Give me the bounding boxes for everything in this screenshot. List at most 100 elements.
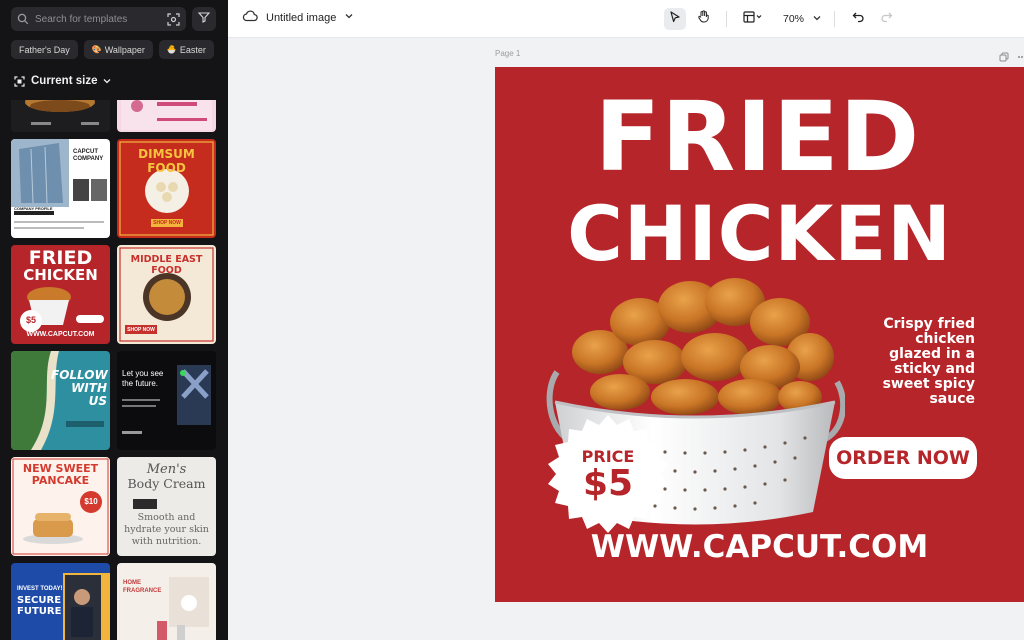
chip-fathers-day[interactable]: Father's Day bbox=[11, 40, 78, 59]
chip-easter[interactable]: 🐣 Easter bbox=[158, 40, 214, 59]
template-card-see-the-future[interactable]: Let you see the future. bbox=[117, 351, 216, 450]
chip-label: Father's Day bbox=[19, 44, 70, 55]
select-tool[interactable] bbox=[664, 8, 686, 30]
template-grid: CAPCUT COMPANY COMPANY PROFILE DIMSUM FO… bbox=[11, 100, 217, 640]
template-price: $5 bbox=[25, 315, 36, 325]
template-title: INVEST TODAY! bbox=[17, 586, 63, 592]
zoom-control[interactable]: 70% bbox=[783, 13, 822, 26]
template-title: MIDDLE EAST FOOD bbox=[130, 254, 203, 276]
template-title-line: FUTURE bbox=[17, 606, 62, 617]
filter-icon bbox=[197, 10, 211, 28]
description-line: chicken bbox=[915, 331, 975, 347]
chevron-down-icon bbox=[103, 77, 111, 85]
price-value: $5 bbox=[582, 463, 634, 504]
page-actions bbox=[999, 49, 1024, 67]
chip-label: Easter bbox=[179, 44, 206, 55]
current-size-dropdown[interactable]: Current size bbox=[14, 75, 111, 87]
description-line: sticky and bbox=[894, 361, 975, 377]
palette-icon: 🎨 bbox=[91, 45, 102, 54]
template-url: WWW.CAPCUT.COM bbox=[26, 331, 95, 338]
template-title-line: SECURE bbox=[17, 595, 62, 606]
chip-label: Wallpaper bbox=[104, 44, 145, 55]
poster-url[interactable]: WWW.CAPCUT.COM bbox=[495, 529, 1024, 565]
description-line: Crispy fried bbox=[883, 316, 975, 332]
poster-page[interactable]: FRIED CHICKEN PRICE $5 Crispy fried chic… bbox=[495, 67, 1024, 602]
redo-button[interactable] bbox=[875, 8, 897, 30]
template-card-sweet-pancake[interactable]: NEW SWEET PANCAKE $10 bbox=[11, 457, 110, 556]
more-options-icon[interactable] bbox=[1017, 49, 1024, 67]
template-title: DIMSUM FOOD bbox=[138, 147, 195, 175]
template-title: CAPCUT COMPANY bbox=[73, 149, 104, 162]
layout-menu[interactable] bbox=[739, 8, 767, 30]
template-card-secure-future[interactable]: INVEST TODAY! SECURE FUTURE bbox=[11, 563, 110, 640]
template-title: SECURE FUTURE bbox=[17, 595, 67, 617]
canvas-area[interactable]: Page 1 FRIED CHICKEN PRICE $5 Crispy fri… bbox=[228, 38, 1024, 640]
template-card-home-fragrance[interactable]: HOME FRAGRANCE bbox=[117, 563, 216, 640]
price-badge[interactable]: PRICE $5 bbox=[547, 413, 669, 535]
template-card-fried-chicken[interactable]: FRIED CHICKEN $5 WWW.CAPCUT.COM bbox=[11, 245, 110, 344]
poster-title-fried[interactable]: FRIED bbox=[495, 85, 1022, 189]
template-search[interactable]: Search for templates bbox=[11, 7, 186, 31]
zoom-level[interactable]: 70% bbox=[783, 13, 804, 25]
template-subtitle-line: Smooth and bbox=[137, 512, 196, 523]
divider bbox=[726, 11, 727, 27]
template-subtitle: COMPANY PROFILE bbox=[14, 206, 53, 211]
template-title: HOME FRAGRANCE bbox=[123, 579, 163, 595]
template-thumbnail bbox=[122, 365, 211, 434]
template-card[interactable] bbox=[11, 100, 110, 132]
template-card-body-cream[interactable]: Men's Body Cream Smooth and hydrate your… bbox=[117, 457, 216, 556]
duplicate-page-icon[interactable] bbox=[999, 49, 1009, 67]
template-card-follow-us[interactable]: FOLLOW WITH US bbox=[11, 351, 110, 450]
template-sidebar: Search for templates Father's Day 🎨 Wallp… bbox=[0, 0, 228, 640]
template-title: Men's bbox=[146, 462, 187, 477]
undo-icon bbox=[852, 10, 865, 28]
page-label: Page 1 bbox=[495, 49, 521, 58]
section-title: Current size bbox=[31, 75, 98, 87]
undo-button[interactable] bbox=[847, 8, 869, 30]
template-title-line: PANCAKE bbox=[31, 474, 90, 487]
layout-icon bbox=[743, 10, 763, 28]
cursor-icon bbox=[669, 10, 681, 28]
topbar: Untitled image 70% bbox=[228, 0, 1024, 38]
poster-description[interactable]: Crispy fried chicken glazed in a sticky … bbox=[853, 317, 975, 407]
template-thumbnail bbox=[121, 100, 212, 130]
hand-icon bbox=[697, 10, 710, 28]
description-line: sweet spicy bbox=[882, 376, 975, 392]
template-title-line: the future. bbox=[122, 379, 159, 388]
template-thumbnail bbox=[25, 100, 99, 125]
order-now-button[interactable]: ORDER NOW bbox=[829, 437, 977, 479]
chick-icon: 🐣 bbox=[166, 45, 177, 54]
template-title-line: US bbox=[88, 394, 107, 408]
template-title: Let you see the future. bbox=[122, 369, 182, 389]
divider bbox=[834, 11, 836, 27]
app: Search for templates Father's Day 🎨 Wallp… bbox=[0, 0, 1024, 640]
template-title: NEW SWEET PANCAKE bbox=[11, 463, 110, 487]
cloud-icon bbox=[242, 10, 258, 25]
filter-button[interactable] bbox=[192, 7, 216, 31]
price-text: PRICE $5 bbox=[547, 413, 669, 535]
search-input[interactable]: Search for templates bbox=[29, 14, 167, 25]
template-cta: SHOP NOW bbox=[153, 220, 181, 226]
template-title: CHICKEN bbox=[23, 266, 98, 284]
redo-icon bbox=[880, 10, 893, 28]
template-card-dimsum-food[interactable]: DIMSUM FOOD SHOP NOW bbox=[117, 139, 216, 238]
template-price: $10 bbox=[84, 497, 98, 506]
template-card-middle-east-food[interactable]: MIDDLE EAST FOOD SHOP NOW bbox=[117, 245, 216, 344]
template-title: FOLLOW WITH US bbox=[51, 369, 108, 408]
hand-tool[interactable] bbox=[692, 8, 714, 30]
resize-icon bbox=[14, 75, 25, 87]
chevron-down-icon bbox=[812, 13, 822, 26]
template-card-company-profile[interactable]: CAPCUT COMPANY COMPANY PROFILE bbox=[11, 139, 110, 238]
search-icon bbox=[17, 13, 29, 25]
template-thumbnail bbox=[157, 577, 209, 640]
chip-wallpaper[interactable]: 🎨 Wallpaper bbox=[83, 40, 153, 59]
template-subtitle-line: hydrate your skin bbox=[124, 524, 209, 535]
image-search-icon[interactable] bbox=[167, 12, 180, 26]
document-title[interactable]: Untitled image bbox=[266, 12, 336, 24]
category-chips: Father's Day 🎨 Wallpaper 🐣 Easter bbox=[11, 40, 214, 59]
chevron-down-icon[interactable] bbox=[344, 11, 354, 24]
template-subtitle-line: with nutrition. bbox=[131, 536, 202, 547]
template-card[interactable] bbox=[117, 100, 216, 132]
document-title-area[interactable]: Untitled image bbox=[242, 10, 354, 25]
template-title-line: HOME bbox=[123, 580, 141, 586]
